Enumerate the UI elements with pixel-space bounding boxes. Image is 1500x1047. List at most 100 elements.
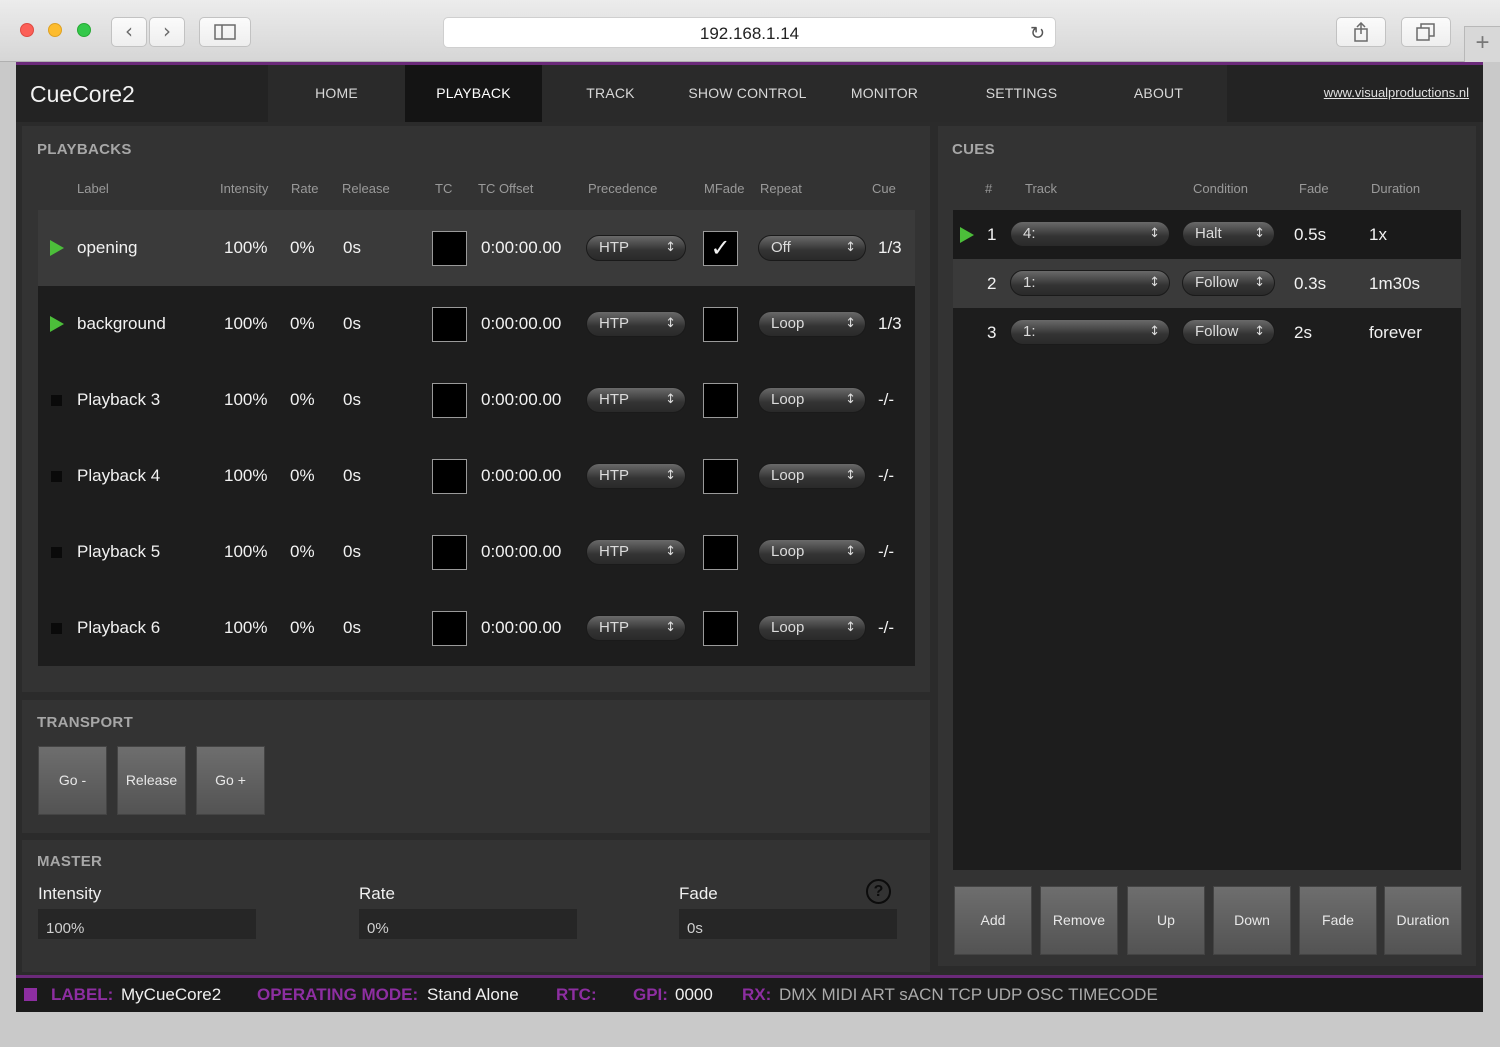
- playback-release[interactable]: 0s: [343, 286, 361, 362]
- precedence-select[interactable]: HTP ↕: [586, 235, 686, 261]
- stop-icon[interactable]: [51, 623, 62, 634]
- cue-duration[interactable]: forever: [1369, 308, 1422, 357]
- add-cue-button[interactable]: Add: [954, 886, 1032, 955]
- tc-checkbox[interactable]: [432, 611, 467, 646]
- master-intensity-field[interactable]: 100%: [38, 909, 256, 939]
- release-button[interactable]: Release: [117, 746, 186, 815]
- close-window-button[interactable]: [20, 23, 34, 37]
- playback-label[interactable]: Playback 3: [77, 362, 160, 438]
- precedence-select[interactable]: HTP ↕: [586, 311, 686, 337]
- playback-row[interactable]: Playback 5 100% 0% 0s 0:00:00.00 HTP ↕ Lo…: [38, 514, 915, 590]
- mfade-checkbox[interactable]: [703, 383, 738, 418]
- new-tab-button[interactable]: +: [1464, 26, 1500, 62]
- cue-track-select[interactable]: 4: ↕: [1010, 221, 1170, 247]
- playback-row[interactable]: background 100% 0% 0s 0:00:00.00 HTP ↕ Lo…: [38, 286, 915, 362]
- cue-track-select[interactable]: 1: ↕: [1010, 319, 1170, 345]
- back-button[interactable]: ‹: [111, 17, 147, 47]
- tc-checkbox[interactable]: [432, 307, 467, 342]
- playback-label[interactable]: background: [77, 286, 166, 362]
- playback-release[interactable]: 0s: [343, 210, 361, 286]
- move-cue-down-button[interactable]: Down: [1213, 886, 1291, 955]
- mfade-checkbox[interactable]: [703, 611, 738, 646]
- tab-about[interactable]: ABOUT: [1090, 65, 1227, 122]
- cue-condition-select[interactable]: Halt ↕: [1182, 221, 1275, 247]
- cue-track-select[interactable]: 1: ↕: [1010, 270, 1170, 296]
- sidebar-toggle-button[interactable]: [199, 17, 251, 47]
- playback-intensity[interactable]: 100%: [224, 514, 267, 590]
- move-cue-up-button[interactable]: Up: [1127, 886, 1205, 955]
- playback-row[interactable]: Playback 3 100% 0% 0s 0:00:00.00 HTP ↕ Lo…: [38, 362, 915, 438]
- playback-intensity[interactable]: 100%: [224, 438, 267, 514]
- cue-fade[interactable]: 2s: [1294, 308, 1312, 357]
- mfade-checkbox[interactable]: [703, 535, 738, 570]
- playback-release[interactable]: 0s: [343, 590, 361, 666]
- cue-fade[interactable]: 0.5s: [1294, 210, 1326, 259]
- precedence-select[interactable]: HTP ↕: [586, 615, 686, 641]
- go-minus-button[interactable]: Go -: [38, 746, 107, 815]
- share-button[interactable]: [1336, 17, 1386, 47]
- website-link[interactable]: www.visualproductions.nl: [1324, 85, 1469, 100]
- playback-rate[interactable]: 0%: [290, 286, 315, 362]
- repeat-select[interactable]: Off ↕: [758, 235, 866, 261]
- tab-settings[interactable]: SETTINGS: [953, 65, 1090, 122]
- zoom-window-button[interactable]: [77, 23, 91, 37]
- playback-intensity[interactable]: 100%: [224, 362, 267, 438]
- playback-row[interactable]: Playback 6 100% 0% 0s 0:00:00.00 HTP ↕ Lo…: [38, 590, 915, 666]
- playback-rate[interactable]: 0%: [290, 362, 315, 438]
- precedence-select[interactable]: HTP ↕: [586, 387, 686, 413]
- mfade-checkbox[interactable]: [703, 459, 738, 494]
- cue-duration-button[interactable]: Duration: [1384, 886, 1462, 955]
- stop-icon[interactable]: [51, 395, 62, 406]
- playback-release[interactable]: 0s: [343, 438, 361, 514]
- cue-row[interactable]: 1 4: ↕ Halt ↕ 0.5s 1x: [953, 210, 1461, 259]
- remove-cue-button[interactable]: Remove: [1040, 886, 1118, 955]
- stop-icon[interactable]: [51, 547, 62, 558]
- cue-condition-select[interactable]: Follow ↕: [1182, 319, 1275, 345]
- cue-fade-button[interactable]: Fade: [1299, 886, 1377, 955]
- playback-tc-offset[interactable]: 0:00:00.00: [481, 438, 561, 514]
- playback-row[interactable]: Playback 4 100% 0% 0s 0:00:00.00 HTP ↕ Lo…: [38, 438, 915, 514]
- playback-tc-offset[interactable]: 0:00:00.00: [481, 210, 561, 286]
- tc-checkbox[interactable]: [432, 459, 467, 494]
- forward-button[interactable]: ›: [149, 17, 185, 47]
- tabs-overview-button[interactable]: [1401, 17, 1451, 47]
- playback-rate[interactable]: 0%: [290, 590, 315, 666]
- tc-checkbox[interactable]: [432, 535, 467, 570]
- minimize-window-button[interactable]: [48, 23, 62, 37]
- playback-row[interactable]: opening 100% 0% 0s 0:00:00.00 HTP ↕ ✓ Off…: [38, 210, 915, 286]
- stop-icon[interactable]: [51, 471, 62, 482]
- tab-home[interactable]: HOME: [268, 65, 405, 122]
- playback-rate[interactable]: 0%: [290, 438, 315, 514]
- repeat-select[interactable]: Loop ↕: [758, 311, 866, 337]
- mfade-checkbox[interactable]: ✓: [703, 231, 738, 266]
- tc-checkbox[interactable]: [432, 231, 467, 266]
- tab-playback[interactable]: PLAYBACK: [405, 65, 542, 122]
- cue-duration[interactable]: 1m30s: [1369, 259, 1420, 308]
- playback-tc-offset[interactable]: 0:00:00.00: [481, 590, 561, 666]
- cue-fade[interactable]: 0.3s: [1294, 259, 1326, 308]
- precedence-select[interactable]: HTP ↕: [586, 539, 686, 565]
- master-fade-field[interactable]: 0s: [679, 909, 897, 939]
- precedence-select[interactable]: HTP ↕: [586, 463, 686, 489]
- repeat-select[interactable]: Loop ↕: [758, 387, 866, 413]
- cue-row[interactable]: 3 1: ↕ Follow ↕ 2s forever: [953, 308, 1461, 357]
- playback-tc-offset[interactable]: 0:00:00.00: [481, 286, 561, 362]
- go-plus-button[interactable]: Go +: [196, 746, 265, 815]
- playback-rate[interactable]: 0%: [290, 514, 315, 590]
- master-rate-field[interactable]: 0%: [359, 909, 577, 939]
- help-icon[interactable]: ?: [866, 879, 891, 904]
- playback-release[interactable]: 0s: [343, 362, 361, 438]
- tab-monitor[interactable]: MONITOR: [816, 65, 953, 122]
- playback-label[interactable]: opening: [77, 210, 138, 286]
- playback-intensity[interactable]: 100%: [224, 286, 267, 362]
- cue-duration[interactable]: 1x: [1369, 210, 1387, 259]
- tab-show-control[interactable]: SHOW CONTROL: [679, 65, 816, 122]
- play-icon[interactable]: [50, 240, 64, 256]
- playback-tc-offset[interactable]: 0:00:00.00: [481, 362, 561, 438]
- playback-tc-offset[interactable]: 0:00:00.00: [481, 514, 561, 590]
- playback-intensity[interactable]: 100%: [224, 210, 267, 286]
- playback-label[interactable]: Playback 5: [77, 514, 160, 590]
- mfade-checkbox[interactable]: [703, 307, 738, 342]
- cue-condition-select[interactable]: Follow ↕: [1182, 270, 1275, 296]
- repeat-select[interactable]: Loop ↕: [758, 463, 866, 489]
